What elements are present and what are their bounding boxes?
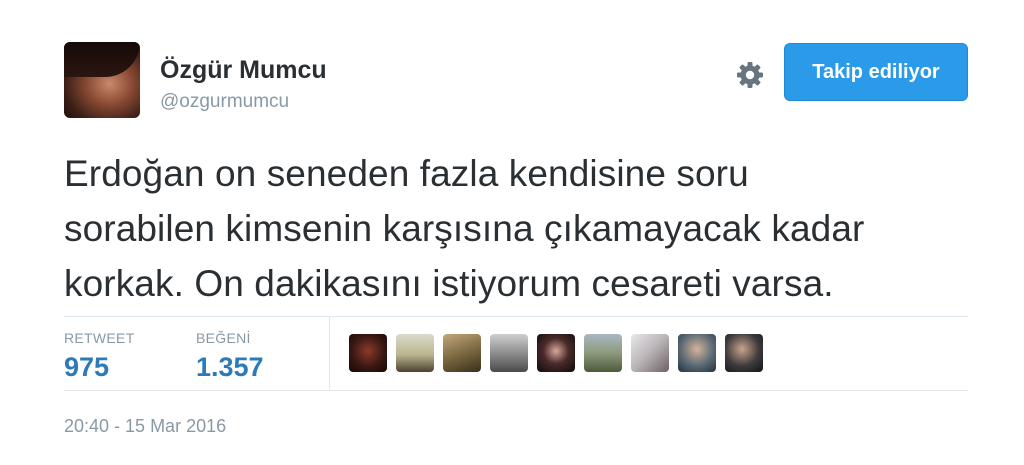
author-avatar[interactable] (64, 42, 140, 118)
stats-divider-top (64, 316, 968, 317)
tweet-text-line: sorabilen kimsenin karşısına çıkamayacak… (64, 208, 865, 249)
liker-avatar[interactable] (631, 334, 669, 372)
following-button[interactable]: Takip ediliyor (784, 43, 968, 101)
stats-vertical-divider (329, 317, 330, 390)
liker-avatar[interactable] (396, 334, 434, 372)
liker-avatar[interactable] (349, 334, 387, 372)
likes-count: 1.357 (196, 352, 264, 382)
author-handle[interactable]: @ozgurmumcu (160, 91, 289, 113)
author-display-name[interactable]: Özgür Mumcu (160, 56, 327, 85)
liker-avatar[interactable] (584, 334, 622, 372)
liker-avatar[interactable] (678, 334, 716, 372)
likes-label: BEĞENİ (196, 330, 251, 346)
retweet-stat[interactable]: RETWEET 975 (64, 330, 135, 383)
liker-avatar[interactable] (537, 334, 575, 372)
liker-avatar[interactable] (443, 334, 481, 372)
tweet-text: Erdoğan on seneden fazla kendisine soru … (64, 146, 964, 311)
liker-avatar[interactable] (725, 334, 763, 372)
tweet-timestamp[interactable]: 20:40 - 15 Mar 2016 (64, 416, 226, 437)
gear-icon[interactable] (734, 59, 766, 91)
liker-avatar[interactable] (490, 334, 528, 372)
avatar-hair-shape (64, 42, 140, 77)
stats-divider-bottom (64, 390, 968, 391)
likes-stat[interactable]: BEĞENİ 1.357 (196, 330, 264, 383)
tweet-text-line: korkak. On dakikasını istiyorum cesareti… (64, 263, 834, 304)
retweet-count: 975 (64, 352, 110, 382)
tweet-text-line: Erdoğan on seneden fazla kendisine soru (64, 153, 749, 194)
retweet-label: RETWEET (64, 330, 135, 346)
